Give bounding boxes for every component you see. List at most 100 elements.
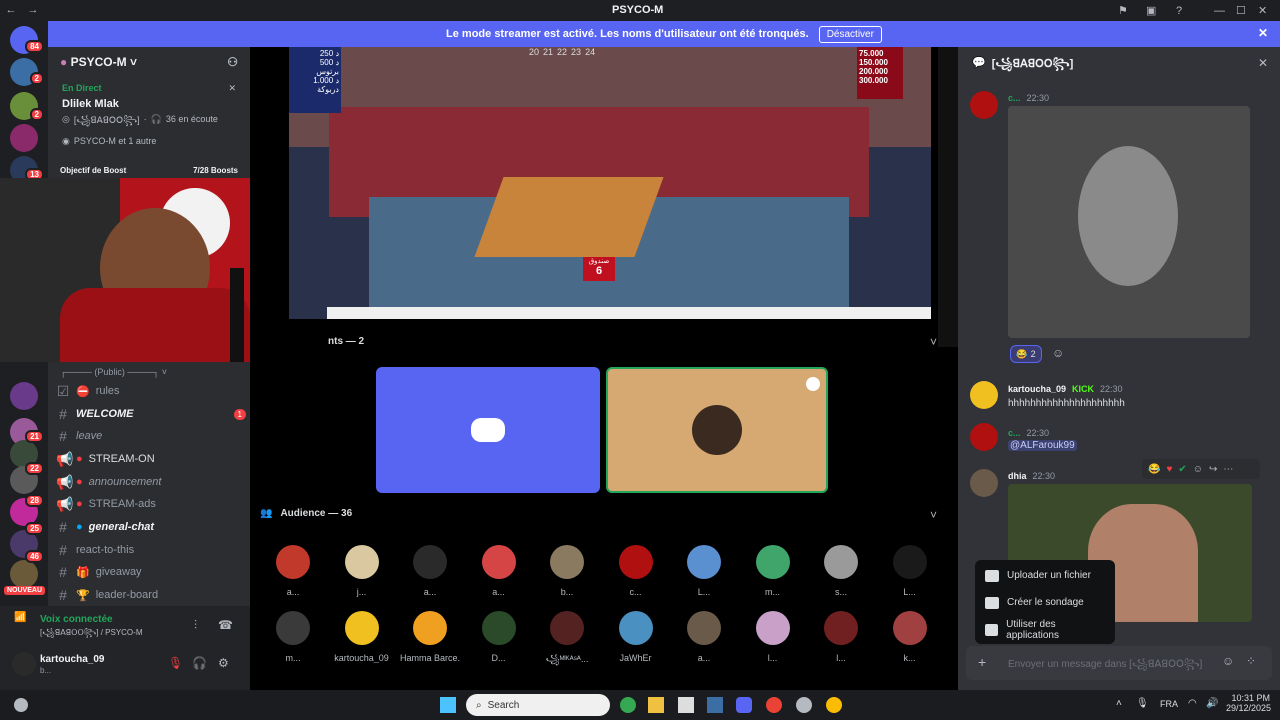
server-icon[interactable] bbox=[10, 560, 38, 588]
message-author[interactable]: kartoucha_09 bbox=[1008, 384, 1066, 394]
message-author[interactable]: c... bbox=[1008, 428, 1021, 438]
volume-icon[interactable]: 🔊 bbox=[1206, 698, 1218, 709]
chevron-down-icon[interactable]: ˅ bbox=[930, 335, 937, 349]
live-card[interactable]: En Direct ✕ Dlilek Mlak ◎ [꧁ꓭꓮꓭꓳꓳ꧂] · 🎧 36… bbox=[56, 77, 242, 153]
check-emoji-icon[interactable]: ✔ bbox=[1178, 464, 1186, 475]
close-icon[interactable]: ✕ bbox=[1258, 56, 1268, 70]
username[interactable]: kartoucha_09 bbox=[40, 654, 104, 665]
close-banner-icon[interactable]: ✕ bbox=[1258, 26, 1268, 40]
image-attachment[interactable] bbox=[1008, 106, 1250, 338]
chrome-icon[interactable] bbox=[620, 697, 636, 713]
audience-avatar[interactable] bbox=[413, 545, 447, 579]
server-icon[interactable] bbox=[10, 124, 38, 152]
message-author[interactable]: dhia bbox=[1008, 471, 1027, 481]
taskbar-search[interactable]: ⌕ Search bbox=[466, 694, 610, 716]
heart-emoji-icon[interactable]: ♥ bbox=[1166, 464, 1172, 475]
audience-avatar[interactable] bbox=[550, 545, 584, 579]
channel-welcome[interactable]: # WELCOME 1 bbox=[56, 403, 246, 425]
audience-avatar[interactable] bbox=[687, 545, 721, 579]
forward-icon[interactable]: → bbox=[22, 4, 44, 16]
channel-leave[interactable]: # leave bbox=[56, 425, 246, 447]
audience-avatar[interactable] bbox=[413, 611, 447, 645]
clock[interactable]: 10:31 PM 29/12/2025 bbox=[1226, 693, 1271, 713]
channel-stream-on[interactable]: 📢 ● STREAM-ON bbox=[56, 448, 246, 470]
help-icon[interactable]: ? bbox=[1176, 3, 1182, 17]
avatar[interactable] bbox=[970, 91, 998, 119]
scrollbar[interactable] bbox=[938, 47, 958, 347]
settings-icon[interactable] bbox=[796, 697, 812, 713]
add-member-icon[interactable]: ⚇ bbox=[227, 55, 238, 69]
avatar[interactable] bbox=[12, 652, 36, 676]
channel-rules[interactable]: ☑ ⛔ rules bbox=[56, 380, 246, 402]
disconnect-icon[interactable]: ☎ bbox=[218, 618, 233, 632]
apps-icon[interactable]: ⁘ bbox=[1246, 654, 1256, 668]
audience-avatar[interactable] bbox=[892, 611, 927, 645]
folder-icon[interactable] bbox=[648, 697, 664, 713]
headphones-icon[interactable]: 🎧 bbox=[192, 656, 207, 670]
message-input[interactable]: Envoyer un message dans [꧁ꓭꓮꓭꓳꓳ꧂] bbox=[1008, 657, 1202, 677]
chrome-icon[interactable] bbox=[826, 697, 842, 713]
audience-avatar[interactable] bbox=[276, 545, 310, 579]
channel-general-chat[interactable]: # ● general-chat bbox=[56, 516, 246, 538]
avatar[interactable] bbox=[970, 469, 998, 497]
add-reaction-icon[interactable]: ☺ bbox=[1193, 464, 1203, 475]
server-icon[interactable] bbox=[10, 382, 38, 410]
flag-icon[interactable]: ⚑ bbox=[1118, 3, 1128, 17]
maximize-icon[interactable]: ☐ bbox=[1236, 3, 1246, 17]
emoji-icon[interactable]: ☺ bbox=[1222, 654, 1234, 668]
forward-icon[interactable]: ↪ bbox=[1209, 464, 1217, 475]
message-author[interactable]: c... bbox=[1008, 93, 1021, 103]
minimize-icon[interactable]: — bbox=[1214, 3, 1225, 17]
audience-avatar[interactable] bbox=[892, 545, 927, 579]
windows-start-icon[interactable] bbox=[440, 697, 456, 713]
laugh-emoji-icon[interactable]: 😂 bbox=[1148, 464, 1160, 475]
disable-streamer-button[interactable]: Désactiver bbox=[818, 25, 882, 43]
audience-avatar[interactable] bbox=[687, 611, 721, 645]
inbox-icon[interactable]: ▣ bbox=[1146, 3, 1156, 17]
reaction-pill[interactable]: 😂 2 bbox=[1010, 345, 1042, 363]
audience-avatar[interactable] bbox=[755, 611, 790, 645]
channel-react-to-this[interactable]: # react-to-this bbox=[56, 539, 246, 561]
channel-leader-board[interactable]: # 🏆 leader-board bbox=[56, 584, 246, 606]
mic-muted-icon[interactable]: 🎙 bbox=[168, 656, 183, 670]
user-mention[interactable]: @ALFarouk99 bbox=[1008, 440, 1077, 451]
audience-avatar[interactable] bbox=[824, 545, 858, 579]
gear-icon[interactable]: ⚙ bbox=[218, 656, 229, 670]
audience-avatar[interactable] bbox=[344, 545, 379, 579]
audience-avatar[interactable] bbox=[824, 611, 858, 645]
wifi-icon[interactable]: ◠ bbox=[1188, 698, 1197, 709]
more-icon[interactable]: ⋯ bbox=[1223, 464, 1233, 475]
voice-location[interactable]: [꧁ꓭꓮꓭꓳꓳ꧂] / PSYCO-M bbox=[40, 627, 142, 643]
audience-avatar[interactable] bbox=[481, 545, 516, 579]
channel-giveaway[interactable]: # 🎁 giveaway bbox=[56, 561, 246, 583]
channel-announcement[interactable]: 📢 ● announcement bbox=[56, 471, 246, 493]
audience-avatar[interactable] bbox=[276, 611, 310, 645]
widgets-icon[interactable] bbox=[14, 698, 28, 712]
add-reaction-icon[interactable]: ☺ bbox=[1052, 346, 1064, 360]
audience-avatar[interactable] bbox=[618, 545, 653, 579]
plus-icon[interactable]: + bbox=[978, 654, 986, 670]
language-indicator[interactable]: FRA bbox=[1160, 699, 1178, 709]
audience-avatar[interactable] bbox=[344, 611, 379, 645]
tray-chevron-icon[interactable]: ˄ bbox=[1116, 698, 1122, 709]
menu-item-apps[interactable]: Utiliser des applications bbox=[975, 616, 1115, 643]
avatar[interactable] bbox=[970, 423, 998, 451]
app-icon[interactable] bbox=[707, 697, 723, 713]
chevron-down-icon[interactable]: ˅ bbox=[930, 508, 937, 522]
back-icon[interactable]: ← bbox=[0, 4, 22, 16]
close-window-icon[interactable]: ✕ bbox=[1258, 3, 1267, 17]
avatar[interactable] bbox=[970, 381, 998, 409]
category-header[interactable]: ┌──── (Public) ────┐ ˅ bbox=[60, 367, 167, 377]
mic-icon[interactable]: 🎙 bbox=[1136, 698, 1149, 709]
speaker-tile-discord[interactable] bbox=[376, 367, 600, 493]
channel-stream-ads[interactable]: 📢 ● STREAM-ads bbox=[56, 493, 246, 515]
chrome-icon[interactable] bbox=[766, 697, 782, 713]
speaker-tile-user[interactable] bbox=[606, 367, 828, 493]
audience-avatar[interactable] bbox=[755, 545, 790, 579]
boost-goal[interactable]: Objectif de Boost 7/28 Boosts bbox=[56, 161, 242, 179]
menu-item-upload[interactable]: Uploader un fichier bbox=[975, 562, 1115, 589]
server-header[interactable]: ● PSYCO-M ˅ ⚇ bbox=[48, 47, 250, 77]
close-icon[interactable]: ✕ bbox=[228, 83, 236, 94]
menu-item-poll[interactable]: Créer le sondage bbox=[975, 589, 1115, 616]
store-icon[interactable] bbox=[678, 697, 694, 713]
